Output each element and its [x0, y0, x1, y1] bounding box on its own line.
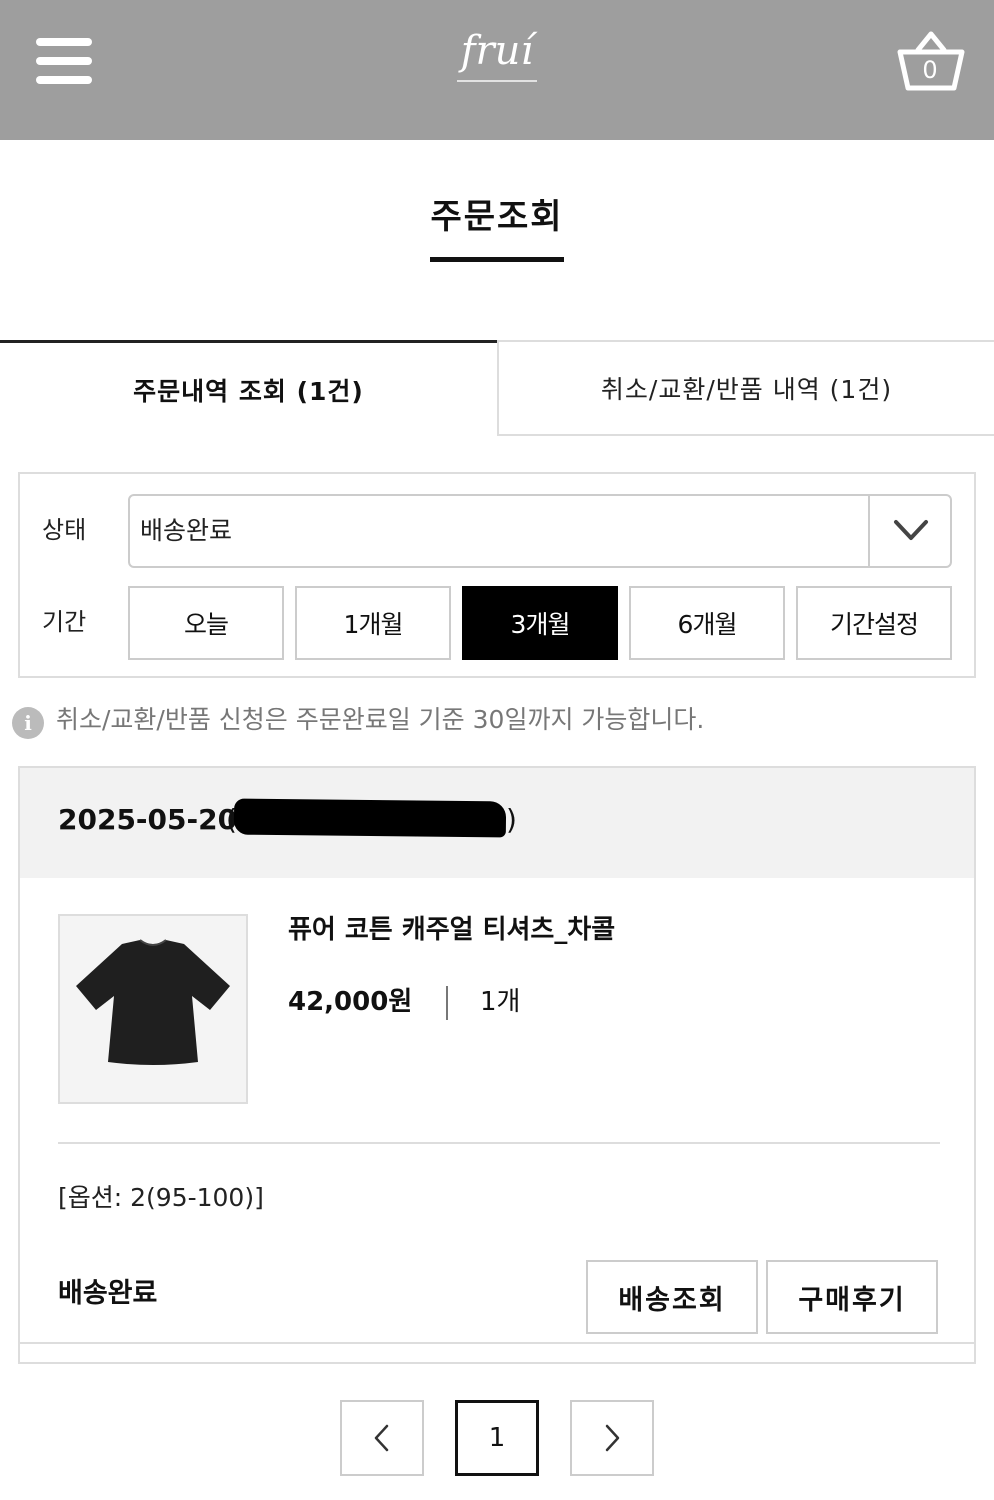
- delivery-status: 배송완료: [58, 1278, 158, 1309]
- order-number-close-paren: ): [506, 803, 517, 836]
- card-bottom-divider: [20, 1342, 974, 1344]
- product-name[interactable]: 퓨어 코튼 캐주얼 티셔츠_차콜: [288, 910, 615, 950]
- product-thumbnail[interactable]: [58, 914, 248, 1104]
- page-title: 주문조회: [430, 197, 564, 237]
- title-underline: [430, 257, 564, 262]
- price-quantity-divider: [446, 986, 448, 1020]
- menu-line: [36, 76, 92, 84]
- page-number-button[interactable]: 1: [455, 1400, 539, 1476]
- chevron-left-icon: [374, 1424, 389, 1452]
- period-3month-button[interactable]: 3개월: [462, 586, 618, 660]
- cart-button[interactable]: 0: [896, 28, 966, 94]
- write-review-button[interactable]: 구매후기: [766, 1260, 938, 1334]
- status-label: 상태: [42, 516, 87, 544]
- period-6month-button[interactable]: 6개월: [629, 586, 785, 660]
- tab-cancel-exchange-return[interactable]: 취소/교환/반품 내역 (1건): [497, 340, 994, 436]
- period-custom-button[interactable]: 기간설정: [796, 586, 952, 660]
- tab-order-history[interactable]: 주문내역 조회 (1건): [0, 340, 497, 436]
- cancellation-notice: i 취소/교환/반품 신청은 주문완료일 기준 30일까지 가능합니다.: [12, 700, 705, 739]
- card-divider: [58, 1142, 940, 1144]
- order-header: 2025-05-20 ( ): [20, 768, 974, 878]
- status-select-value: 배송완료: [140, 516, 233, 545]
- menu-line: [36, 57, 92, 65]
- period-today-button[interactable]: 오늘: [128, 586, 284, 660]
- cart-count-badge: 0: [922, 56, 938, 84]
- product-option: [옵션: 2(95-100)]: [58, 1183, 264, 1212]
- product-quantity: 1개: [480, 987, 521, 1017]
- brand-logo[interactable]: fruí: [447, 26, 547, 82]
- notice-text: 취소/교환/반품 신청은 주문완료일 기준 30일까지 가능합니다.: [56, 705, 705, 734]
- order-card: 2025-05-20 ( ) 퓨어 코튼 캐주얼 티셔츠_차콜 42,000원 …: [18, 766, 976, 1364]
- chevron-down-icon: [894, 520, 928, 540]
- select-dropdown-toggle[interactable]: [868, 496, 950, 566]
- order-filter-panel: 상태 배송완료 기간 오늘 1개월 3개월 6개월 기간설정: [18, 472, 976, 678]
- next-page-button[interactable]: [570, 1400, 654, 1476]
- track-delivery-button[interactable]: 배송조회: [586, 1260, 758, 1334]
- period-label: 기간: [42, 608, 87, 636]
- hamburger-menu-icon[interactable]: [36, 38, 92, 84]
- prev-page-button[interactable]: [340, 1400, 424, 1476]
- top-header-bar: fruí 0: [0, 0, 994, 140]
- logo-text: fruí: [460, 28, 534, 74]
- tshirt-image: [76, 939, 230, 1065]
- chevron-right-icon: [605, 1424, 620, 1452]
- product-price: 42,000원: [288, 987, 413, 1017]
- info-icon: i: [12, 707, 44, 739]
- status-select[interactable]: 배송완료: [128, 494, 952, 568]
- menu-line: [36, 38, 92, 46]
- period-1month-button[interactable]: 1개월: [295, 586, 451, 660]
- order-date: 2025-05-20: [58, 803, 238, 836]
- logo-underline: [457, 80, 537, 82]
- redacted-order-number: [233, 798, 507, 838]
